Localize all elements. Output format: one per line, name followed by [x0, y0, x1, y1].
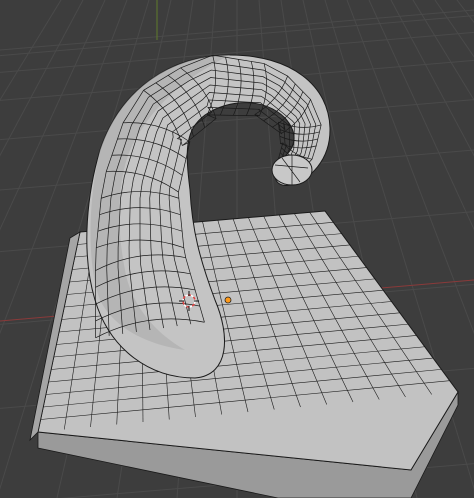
object-origin-icon[interactable] — [224, 296, 232, 304]
viewport-canvas[interactable] — [0, 0, 474, 498]
grid-line — [456, 0, 474, 24]
3d-viewport[interactable] — [0, 0, 474, 498]
